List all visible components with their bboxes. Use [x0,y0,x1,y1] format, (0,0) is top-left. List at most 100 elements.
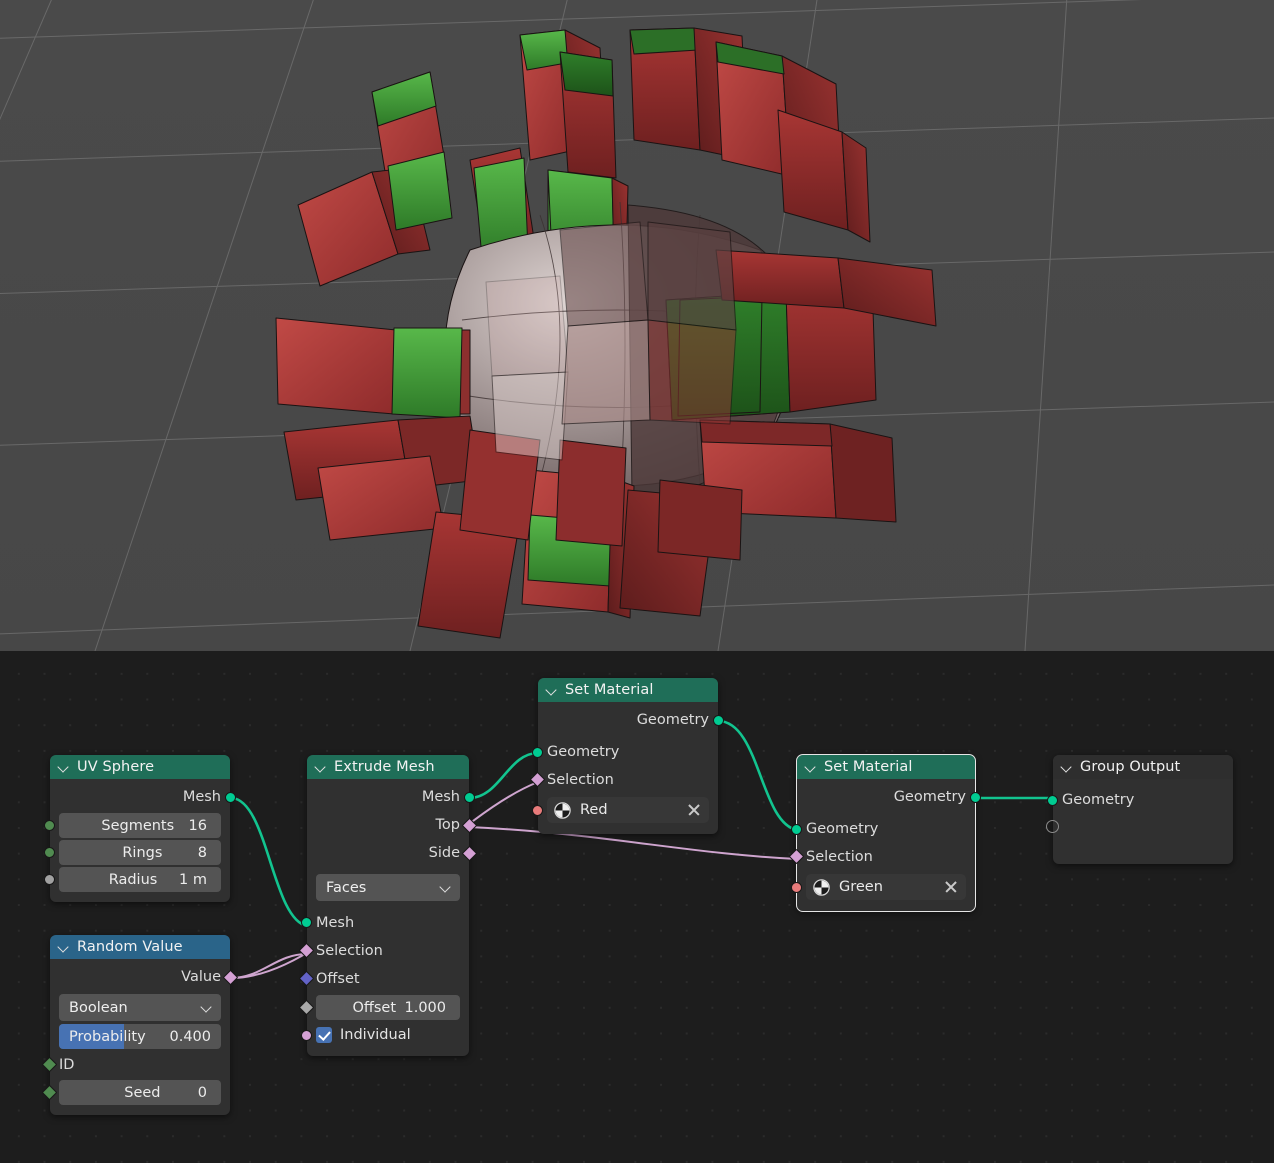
input-label-mesh: Mesh [316,915,354,931]
dropdown-data-type[interactable]: Boolean [59,994,221,1021]
socket-input-seed[interactable] [42,1085,58,1101]
input-offset-scale[interactable]: Offset 1.000 [316,995,460,1020]
socket-input-offset-vector[interactable] [299,971,315,987]
input-row-geometry: Geometry [538,738,718,766]
socket-input-selection[interactable] [299,943,315,959]
input-row-selection: Selection [307,937,469,965]
socket-output-top[interactable] [462,818,478,834]
node-set-material-green[interactable]: Set Material Geometry Geometry Selection [797,755,975,911]
node-body: Geometry Geometry Selection Green [797,779,975,911]
socket-input-offset-scale[interactable] [299,1000,315,1016]
chevron-down-icon[interactable] [315,761,327,773]
input-label-offset-vector: Offset [316,971,360,987]
close-icon[interactable] [944,880,958,894]
input-label-selection: Selection [806,849,873,865]
output-row-value: Value [50,963,230,991]
value-offset-scale: 1.000 [404,1000,446,1016]
socket-input-mesh[interactable] [301,917,312,928]
node-title: Set Material [565,678,654,702]
value-rings: 8 [198,845,207,861]
material-field-green[interactable]: Green [806,874,966,900]
node-header-uv-sphere[interactable]: UV Sphere [50,755,230,779]
node-header-set-material-green[interactable]: Set Material [797,755,975,779]
chevron-down-icon[interactable] [201,1002,212,1013]
node-uv-sphere[interactable]: UV Sphere Mesh Segments 16 Rings 8 [50,755,230,902]
socket-output-geometry[interactable] [713,715,724,726]
chevron-down-icon[interactable] [58,941,70,953]
socket-input-geometry[interactable] [532,747,543,758]
3d-viewport[interactable] [0,0,1274,651]
input-radius[interactable]: Radius 1 m [59,867,221,892]
socket-input-radius[interactable] [44,874,55,885]
node-header-random-value[interactable]: Random Value [50,935,230,959]
node-group-output[interactable]: Group Output Geometry [1053,755,1233,864]
socket-input-segments[interactable] [44,820,55,831]
socket-input-material[interactable] [532,805,543,816]
link-uvsphere-to-extrude [232,798,307,926]
socket-input-selection[interactable] [789,849,805,865]
material-sphere-icon [554,802,571,819]
node-header-extrude-mesh[interactable]: Extrude Mesh [307,755,469,779]
checkbox-individual[interactable] [316,1027,332,1043]
chevron-down-icon[interactable] [1061,761,1073,773]
input-segments[interactable]: Segments 16 [59,813,221,838]
node-header-set-material-red[interactable]: Set Material [538,678,718,702]
chevron-down-icon[interactable] [546,684,558,696]
output-label-mesh: Mesh [422,789,460,805]
socket-output-side[interactable] [462,846,478,862]
material-name-red: Red [580,802,608,818]
socket-output-geometry[interactable] [970,792,981,803]
socket-output-value[interactable] [223,970,239,986]
dropdown-value-data-type: Boolean [69,1000,128,1016]
link-random-to-extrude-selection [231,954,307,978]
geometry-node-editor[interactable]: UV Sphere Mesh Segments 16 Rings 8 [0,651,1274,1163]
input-row-mesh: Mesh [307,908,469,937]
socket-input-individual[interactable] [301,1030,312,1041]
socket-input-geometry[interactable] [1047,795,1058,806]
link-extrude-to-setmaterial-red [469,753,538,798]
input-rings[interactable]: Rings 8 [59,840,221,865]
socket-output-mesh[interactable] [225,792,236,803]
input-label-individual: Individual [340,1027,411,1043]
input-label-selection: Selection [547,772,614,788]
node-header-group-output[interactable]: Group Output [1053,755,1233,779]
output-row-mesh: Mesh [50,783,230,811]
node-set-material-red[interactable]: Set Material Geometry Geometry Selection [538,678,718,834]
material-field-red[interactable]: Red [547,797,709,823]
socket-input-id[interactable] [42,1057,58,1073]
dropdown-extrude-mode[interactable]: Faces [316,874,460,901]
input-row-virtual [1053,814,1233,842]
close-icon[interactable] [687,803,701,817]
input-probability[interactable]: Probability 0.400 [59,1024,221,1049]
socket-input-material[interactable] [791,882,802,893]
input-row-geometry: Geometry [1053,786,1233,814]
input-label-geometry: Geometry [806,821,878,837]
output-row-top: Top [307,811,469,839]
socket-input-geometry[interactable] [791,824,802,835]
material-name-green: Green [839,879,883,895]
output-label-top: Top [436,817,460,833]
link-setmaterial-red-to-setmaterial-green [718,721,797,830]
node-random-value[interactable]: Random Value Value Boolean Probability 0… [50,935,230,1115]
node-extrude-mesh[interactable]: Extrude Mesh Mesh Top Side Faces Mesh [307,755,469,1056]
value-probability: 0.400 [169,1029,211,1045]
chevron-down-icon[interactable] [805,761,817,773]
chevron-down-icon[interactable] [440,882,451,893]
label-rings: Rings [87,845,198,861]
label-seed: Seed [87,1085,198,1101]
socket-input-rings[interactable] [44,847,55,858]
input-seed[interactable]: Seed 0 [59,1080,221,1105]
socket-input-selection[interactable] [530,772,546,788]
socket-input-virtual[interactable] [1046,820,1059,833]
viewport-render [0,0,1274,651]
output-label-geometry: Geometry [894,789,966,805]
input-individual[interactable]: Individual [307,1022,469,1048]
socket-output-mesh[interactable] [464,792,475,803]
value-segments: 16 [189,818,207,834]
label-probability: Probability [69,1029,146,1045]
node-title: Extrude Mesh [334,755,435,779]
input-label-id: ID [59,1057,74,1073]
chevron-down-icon[interactable] [58,761,70,773]
input-label-selection: Selection [316,943,383,959]
output-row-geometry: Geometry [538,706,718,734]
